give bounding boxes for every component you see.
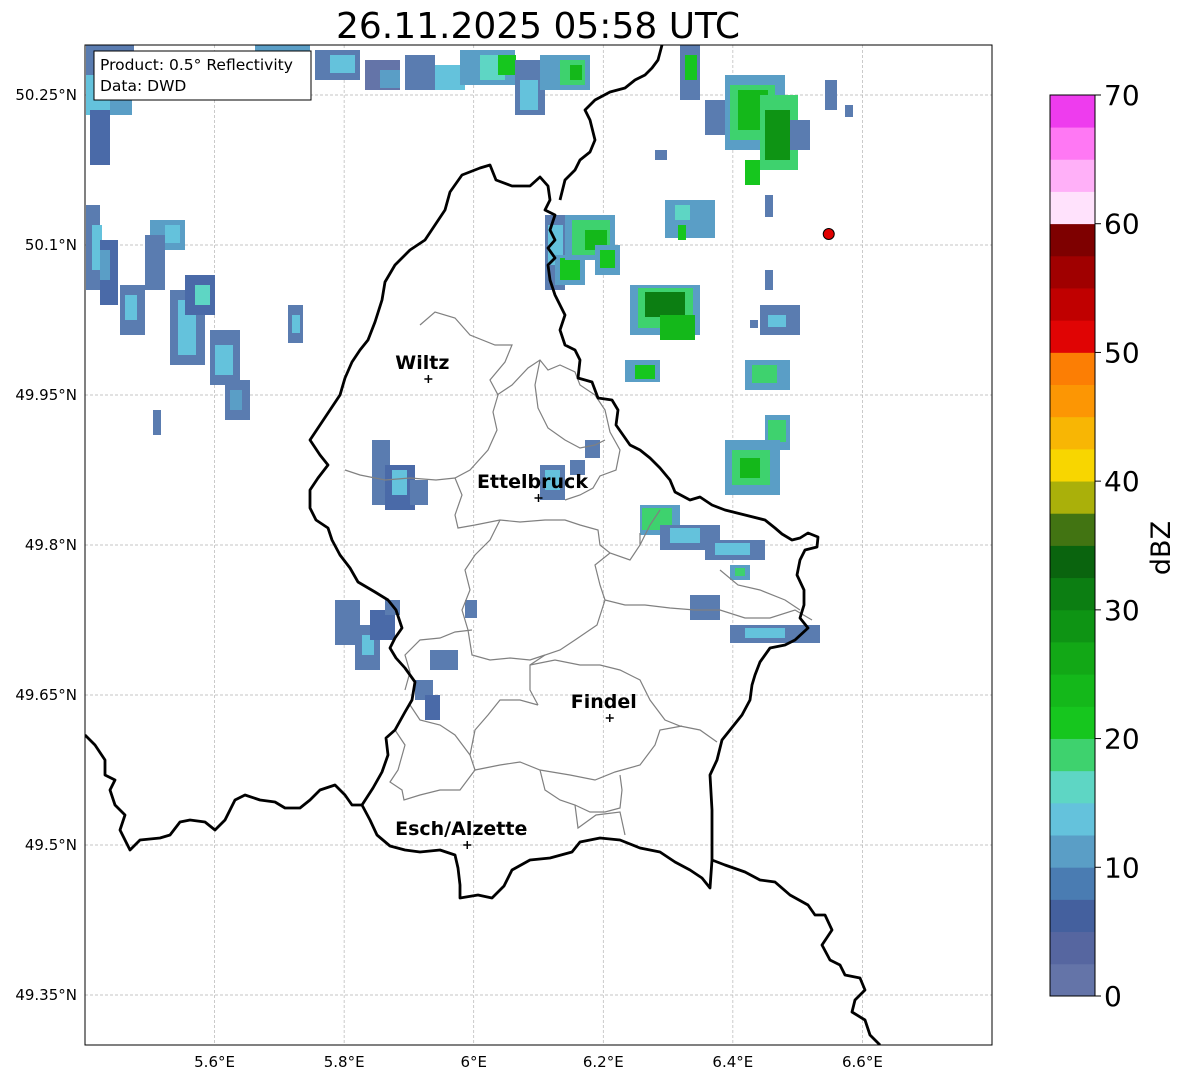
colorbar-tick-label: 50 xyxy=(1104,336,1140,369)
lon-tick-label: 6.2°E xyxy=(583,1053,624,1071)
colorbar-bin xyxy=(1050,770,1095,804)
colorbar-bin xyxy=(1050,95,1095,128)
figure-title: 26.11.2025 05:58 UTC xyxy=(336,6,740,47)
colorbar-bin xyxy=(1050,706,1095,739)
city-label: Findel xyxy=(571,691,637,713)
info-product: Product: 0.5° Reflectivity xyxy=(100,56,293,74)
lon-tick-label: 5.6°E xyxy=(194,1053,235,1071)
colorbar-bin xyxy=(1050,738,1095,772)
lon-tick-label: 6.4°E xyxy=(712,1053,753,1071)
colorbar-bin xyxy=(1050,642,1095,675)
colorbar-tick-label: 0 xyxy=(1104,980,1122,1013)
lat-tick-label: 49.65°N xyxy=(15,686,77,704)
info-data-source: Data: DWD xyxy=(100,77,186,95)
colorbar-bin xyxy=(1050,931,1095,965)
map-area: Wiltz Ettelbruck Findel Esch/Alzette Produc… xyxy=(84,44,993,1046)
colorbar-bin xyxy=(1050,127,1095,160)
colorbar-bin xyxy=(1050,352,1095,386)
city-label: Wiltz xyxy=(395,352,449,374)
colorbar: 0 10 20 30 40 50 60 70 dBZ xyxy=(1049,79,1177,1013)
colorbar-bin xyxy=(1050,867,1095,900)
colorbar-bin xyxy=(1050,384,1095,418)
colorbar-bin xyxy=(1050,288,1095,321)
city-label: Esch/Alzette xyxy=(395,818,527,840)
colorbar-bin xyxy=(1050,802,1095,836)
colorbar-tick-label: 20 xyxy=(1104,723,1140,756)
colorbar-bin xyxy=(1050,609,1095,643)
colorbar-bin xyxy=(1050,545,1095,579)
radar-site-marker xyxy=(822,228,835,240)
lon-tick-label: 6.6°E xyxy=(842,1053,883,1071)
colorbar-tick-label: 40 xyxy=(1104,465,1140,498)
colorbar-bin xyxy=(1050,159,1095,192)
lat-tick-label: 49.5°N xyxy=(25,836,77,854)
colorbar-bin xyxy=(1050,448,1095,482)
lon-tick-label: 5.8°E xyxy=(324,1053,365,1071)
lat-tick-label: 50.25°N xyxy=(15,86,77,104)
lon-tick-label: 6°E xyxy=(460,1053,487,1071)
colorbar-bin xyxy=(1050,191,1095,225)
colorbar-bin xyxy=(1050,255,1095,289)
colorbar-ticks: 0 10 20 30 40 50 60 70 xyxy=(1095,79,1140,1013)
colorbar-tick-label: 70 xyxy=(1104,79,1140,112)
lat-tick-label: 49.35°N xyxy=(15,986,77,1004)
colorbar-label: dBZ xyxy=(1146,521,1177,575)
colorbar-bin xyxy=(1050,835,1095,868)
colorbar-bin xyxy=(1050,963,1095,997)
colorbar-tick-label: 30 xyxy=(1104,594,1140,627)
lat-tick-label: 50.1°N xyxy=(25,236,77,254)
lat-tick-label: 49.8°N xyxy=(25,536,77,554)
colorbar-bin xyxy=(1050,899,1095,933)
city-label: Ettelbruck xyxy=(477,471,588,493)
colorbar-bin xyxy=(1050,416,1095,450)
colorbar-tick-label: 10 xyxy=(1104,851,1140,884)
lat-tick-label: 49.95°N xyxy=(15,386,77,404)
colorbar-bin xyxy=(1050,320,1095,353)
colorbar-bin xyxy=(1050,513,1095,546)
colorbar-bin xyxy=(1050,223,1095,257)
colorbar-tick-label: 60 xyxy=(1104,208,1140,241)
colorbar-bins xyxy=(1050,95,1095,997)
colorbar-bin xyxy=(1050,481,1095,514)
colorbar-bin xyxy=(1050,577,1095,611)
info-box: Product: 0.5° Reflectivity Data: DWD xyxy=(93,50,312,101)
radar-map-figure: 26.11.2025 05:58 UTC WiltzEttelbruckFind… xyxy=(15,6,1177,1071)
colorbar-bin xyxy=(1050,674,1095,707)
